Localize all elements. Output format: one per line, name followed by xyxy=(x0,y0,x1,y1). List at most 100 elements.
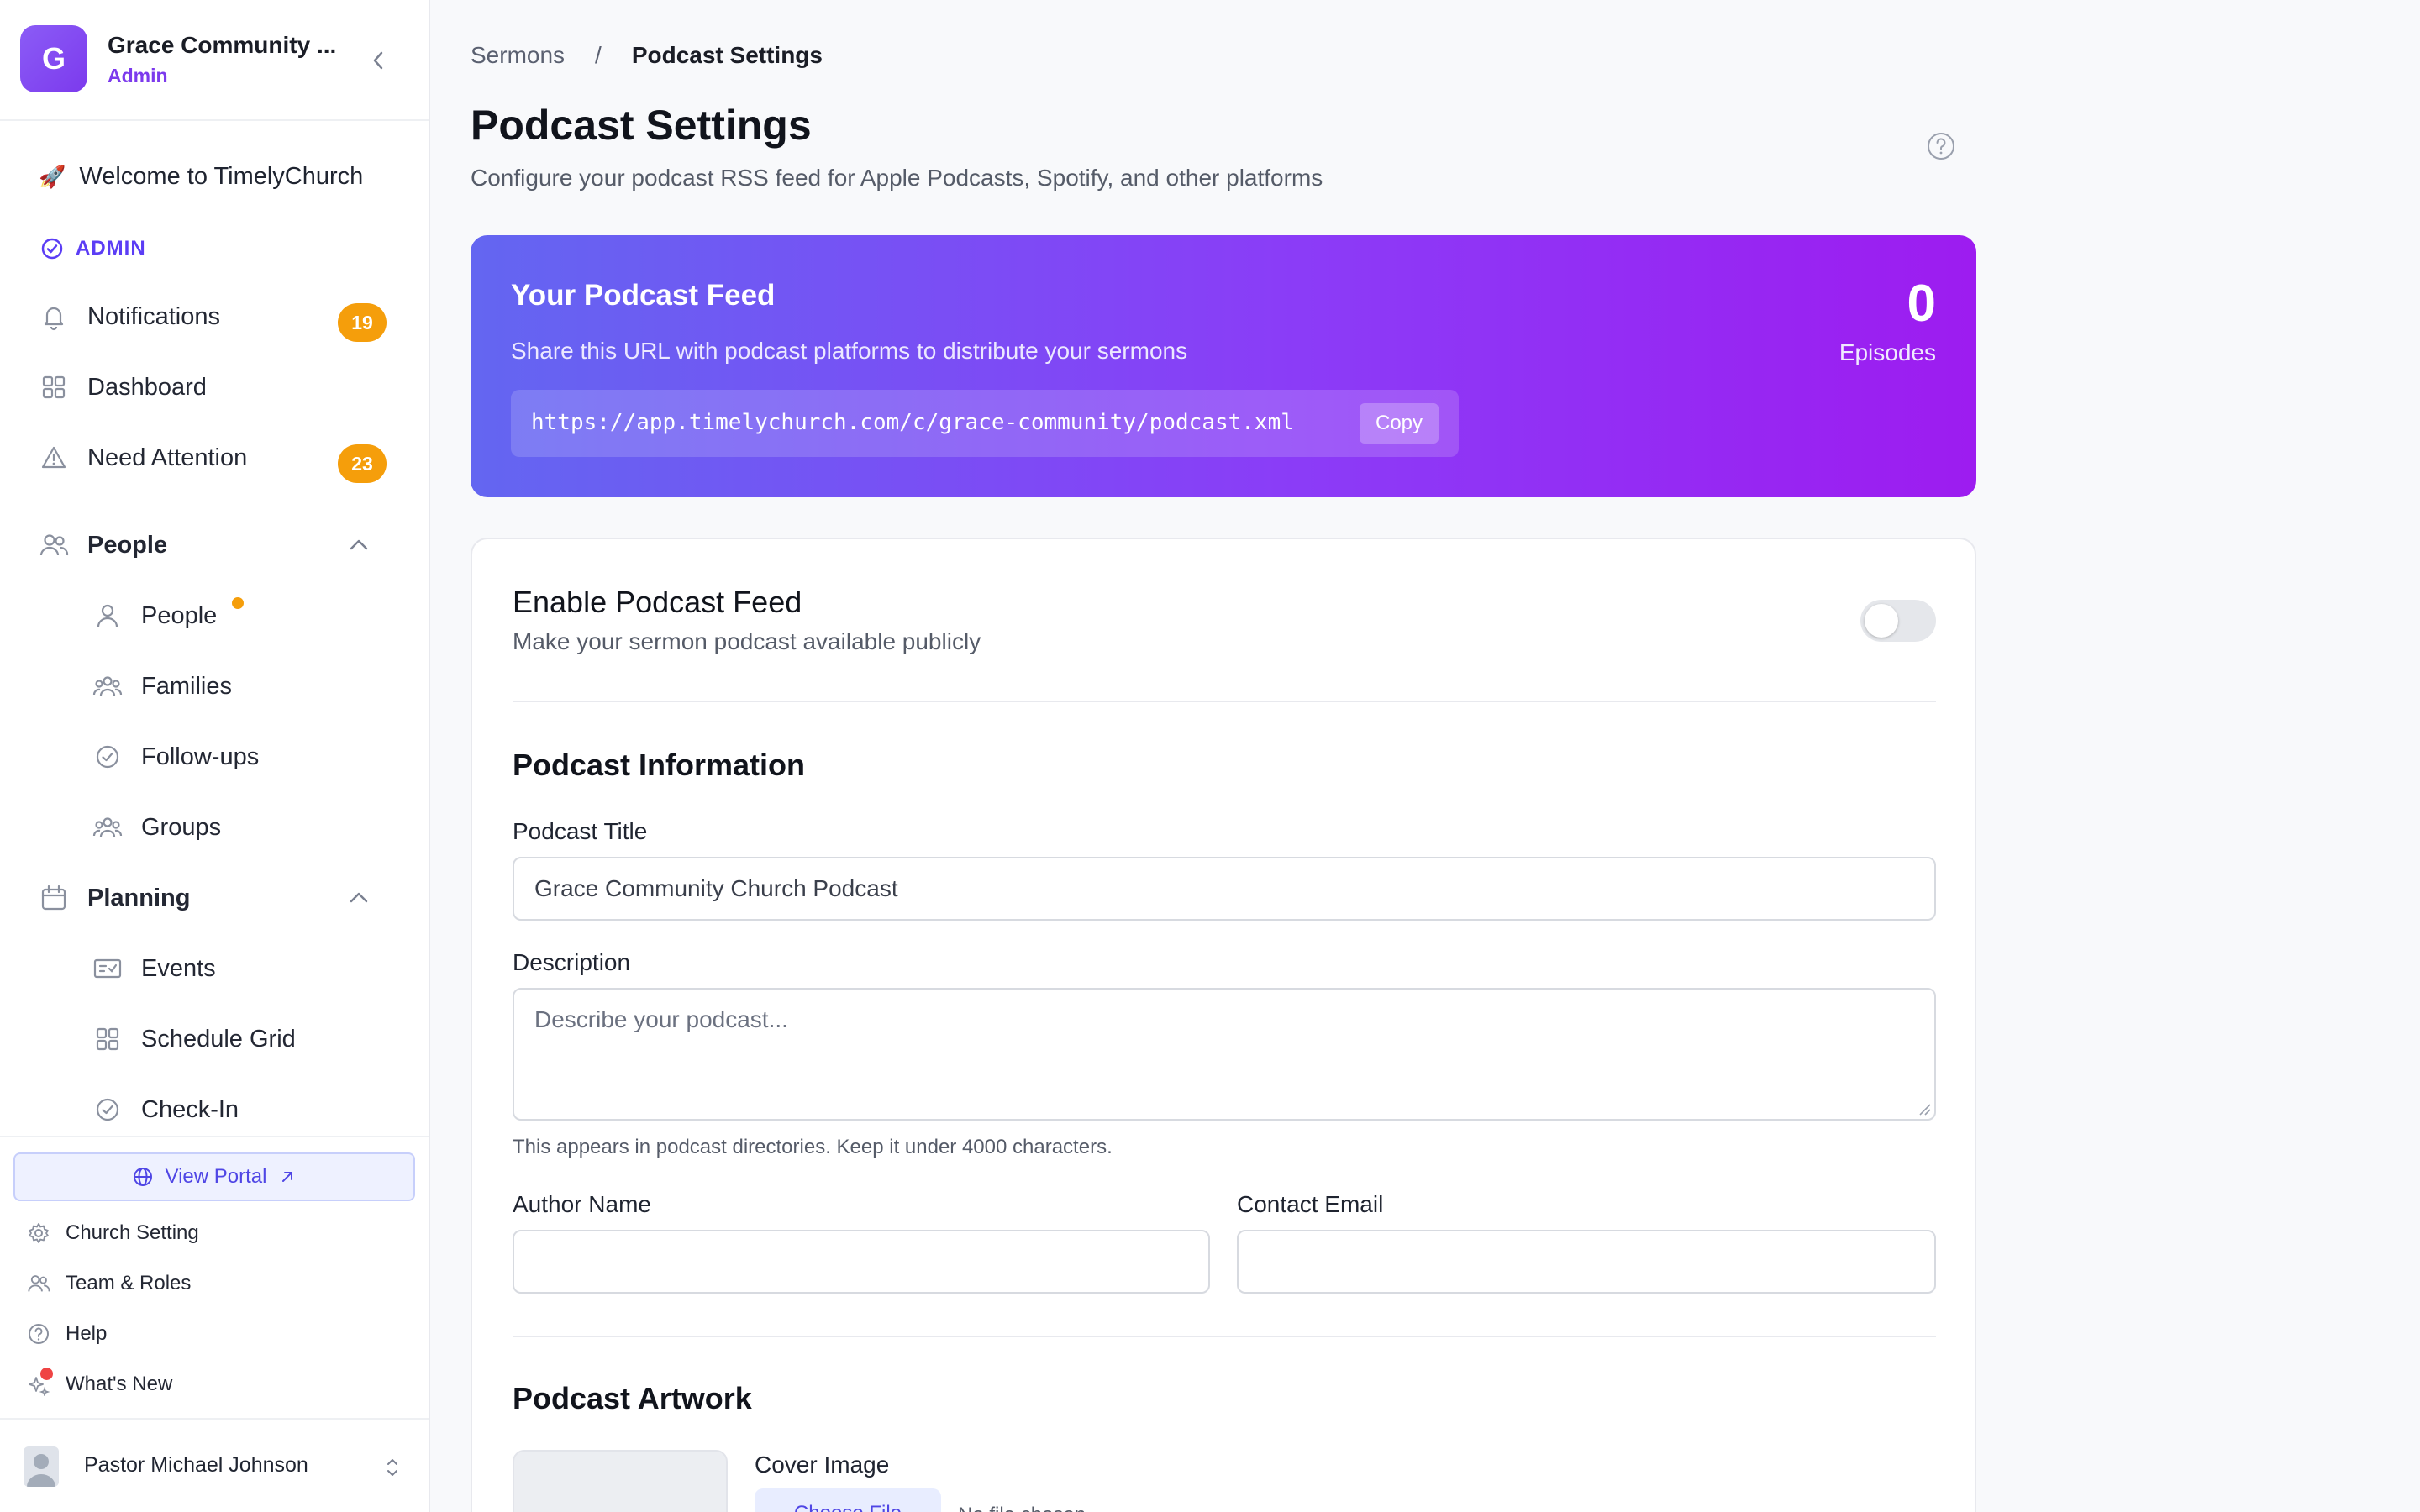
collapse-sidebar-button[interactable] xyxy=(361,47,395,74)
feed-url[interactable]: https://app.timelychurch.com/c/grace-com… xyxy=(531,410,1294,435)
author-name-input[interactable] xyxy=(513,1230,1210,1294)
sidebar-item-follow-ups[interactable]: Follow-ups xyxy=(87,727,395,787)
podcast-title-label: Podcast Title xyxy=(513,818,648,844)
sidebar-item-label: Follow-ups xyxy=(141,743,260,770)
enable-feed-toggle[interactable] xyxy=(1860,600,1936,642)
sidebar: G Grace Community ... Admin 🚀 Welcome to… xyxy=(0,0,430,1512)
sidebar-item-label: Need Attention xyxy=(87,444,248,471)
no-file-chosen-text: No file chosen xyxy=(958,1504,1086,1512)
feed-url-box: https://app.timelychurch.com/c/grace-com… xyxy=(511,390,1459,457)
resize-grip-icon[interactable] xyxy=(1918,1102,1931,1116)
chevron-up-icon xyxy=(348,535,370,559)
people-unread-dot xyxy=(232,597,244,609)
episodes-count: 0 xyxy=(1907,275,1936,333)
feed-card-title: Your Podcast Feed xyxy=(511,279,776,312)
chevron-left-icon xyxy=(373,51,383,70)
users-icon xyxy=(34,531,74,559)
description-placeholder: Describe your podcast... xyxy=(534,1006,788,1032)
sidebar-group-people[interactable]: People xyxy=(34,515,395,575)
team-roles-label: Team & Roles xyxy=(66,1272,192,1294)
team-roles-link[interactable]: Team & Roles xyxy=(27,1265,413,1302)
sidebar-item-people[interactable]: People xyxy=(87,585,395,646)
toggle-knob xyxy=(1865,604,1898,638)
sidebar-item-events[interactable]: Events xyxy=(87,938,395,999)
artwork-preview xyxy=(513,1450,728,1512)
need-attention-count-badge: 23 xyxy=(338,444,387,483)
sidebar-group-label: Planning xyxy=(87,884,191,911)
church-setting-label: Church Setting xyxy=(66,1221,199,1244)
sidebar-item-label: Dashboard xyxy=(87,373,207,401)
sidebar-item-check-in[interactable]: Check-In xyxy=(87,1079,395,1134)
globe-icon xyxy=(133,1168,152,1186)
sidebar-item-label: Notifications xyxy=(87,302,220,330)
view-portal-button[interactable]: View Portal xyxy=(13,1152,415,1201)
podcast-artwork-heading: Podcast Artwork xyxy=(513,1381,752,1415)
whats-new-link[interactable]: What's New xyxy=(27,1366,413,1403)
sidebar-item-label: Schedule Grid xyxy=(141,1025,296,1053)
page-subtitle: Configure your podcast RSS feed for Appl… xyxy=(471,165,1323,191)
sidebar-item-families[interactable]: Families xyxy=(87,656,395,717)
bell-icon xyxy=(34,302,74,331)
breadcrumb-sermons-link[interactable]: Sermons xyxy=(471,42,565,69)
welcome-link[interactable]: 🚀 Welcome to TimelyChurch xyxy=(39,163,363,191)
sidebar-item-notifications[interactable]: Notifications 19 xyxy=(34,286,395,347)
help-link[interactable]: Help xyxy=(27,1315,413,1352)
sidebar-item-label: Events xyxy=(141,954,216,982)
help-circle-icon xyxy=(29,1324,49,1344)
sidebar-group-planning[interactable]: Planning xyxy=(34,868,395,928)
podcast-information-heading: Podcast Information xyxy=(513,748,806,782)
description-textarea[interactable]: Describe your podcast... xyxy=(513,988,1936,1121)
choose-file-button[interactable]: Choose File xyxy=(755,1488,941,1512)
main-content: Sermons / Podcast Settings Podcast Setti… xyxy=(430,0,2420,1512)
divider xyxy=(513,1336,1936,1337)
sidebar-footer-links: View Portal Church Setting Team & Roles … xyxy=(0,1136,429,1418)
welcome-label: Welcome to TimelyChurch xyxy=(79,163,364,190)
users-icon xyxy=(28,1275,50,1292)
sidebar-item-label: Groups xyxy=(141,813,222,841)
rocket-icon: 🚀 xyxy=(39,164,66,189)
check-circle-icon xyxy=(41,238,63,260)
help-circle-icon xyxy=(1928,133,1954,160)
page-help-button[interactable] xyxy=(1926,131,1956,165)
breadcrumb-current: Podcast Settings xyxy=(631,42,823,68)
check-circle-icon xyxy=(87,1095,128,1124)
view-portal-label: View Portal xyxy=(165,1165,267,1188)
user-icon xyxy=(87,601,128,630)
sidebar-group-label: People xyxy=(87,531,168,559)
org-header[interactable]: G Grace Community ... Admin xyxy=(0,0,429,121)
sidebar-item-need-attention[interactable]: Need Attention 23 xyxy=(34,428,395,488)
grid-icon xyxy=(34,373,74,402)
enable-feed-description: Make your sermon podcast available publi… xyxy=(513,628,981,654)
contact-email-label: Contact Email xyxy=(1237,1191,1384,1217)
copy-url-button[interactable]: Copy xyxy=(1360,403,1439,444)
gear-icon xyxy=(29,1223,49,1243)
podcast-title-input[interactable]: Grace Community Church Podcast xyxy=(513,857,1936,921)
breadcrumb-separator: / xyxy=(595,42,602,68)
sidebar-item-label: People xyxy=(141,601,218,629)
chevron-up-icon xyxy=(348,888,370,912)
sidebar-item-groups[interactable]: Groups xyxy=(87,797,395,858)
user-menu[interactable]: Pastor Michael Johnson xyxy=(0,1418,429,1512)
cover-image-label: Cover Image xyxy=(755,1452,890,1478)
family-icon xyxy=(87,672,128,701)
org-role: Admin xyxy=(108,65,168,87)
sidebar-item-label: Families xyxy=(141,672,232,700)
calendar-icon xyxy=(34,884,74,912)
check-circle-icon xyxy=(87,743,128,771)
sidebar-nav[interactable]: 🚀 Welcome to TimelyChurch ADMIN Notifica… xyxy=(0,123,429,1134)
description-hint: This appears in podcast directories. Kee… xyxy=(513,1136,1113,1158)
org-name: Grace Community ... xyxy=(108,32,337,58)
notifications-count-badge: 19 xyxy=(338,303,387,342)
feed-card-description: Share this URL with podcast platforms to… xyxy=(511,338,1188,364)
podcast-settings-card: Enable Podcast Feed Make your sermon pod… xyxy=(471,538,1976,1512)
chevrons-up-down-icon xyxy=(383,1455,402,1484)
contact-email-input[interactable] xyxy=(1237,1230,1936,1294)
podcast-feed-card: Your Podcast Feed Share this URL with po… xyxy=(471,235,1976,497)
grid-icon xyxy=(87,1025,128,1053)
whats-new-label: What's New xyxy=(66,1373,173,1395)
church-setting-link[interactable]: Church Setting xyxy=(27,1215,413,1252)
sidebar-item-schedule-grid[interactable]: Schedule Grid xyxy=(87,1009,395,1069)
sparkles-icon xyxy=(27,1368,53,1398)
sidebar-item-dashboard[interactable]: Dashboard xyxy=(34,357,395,417)
help-label: Help xyxy=(66,1322,108,1345)
